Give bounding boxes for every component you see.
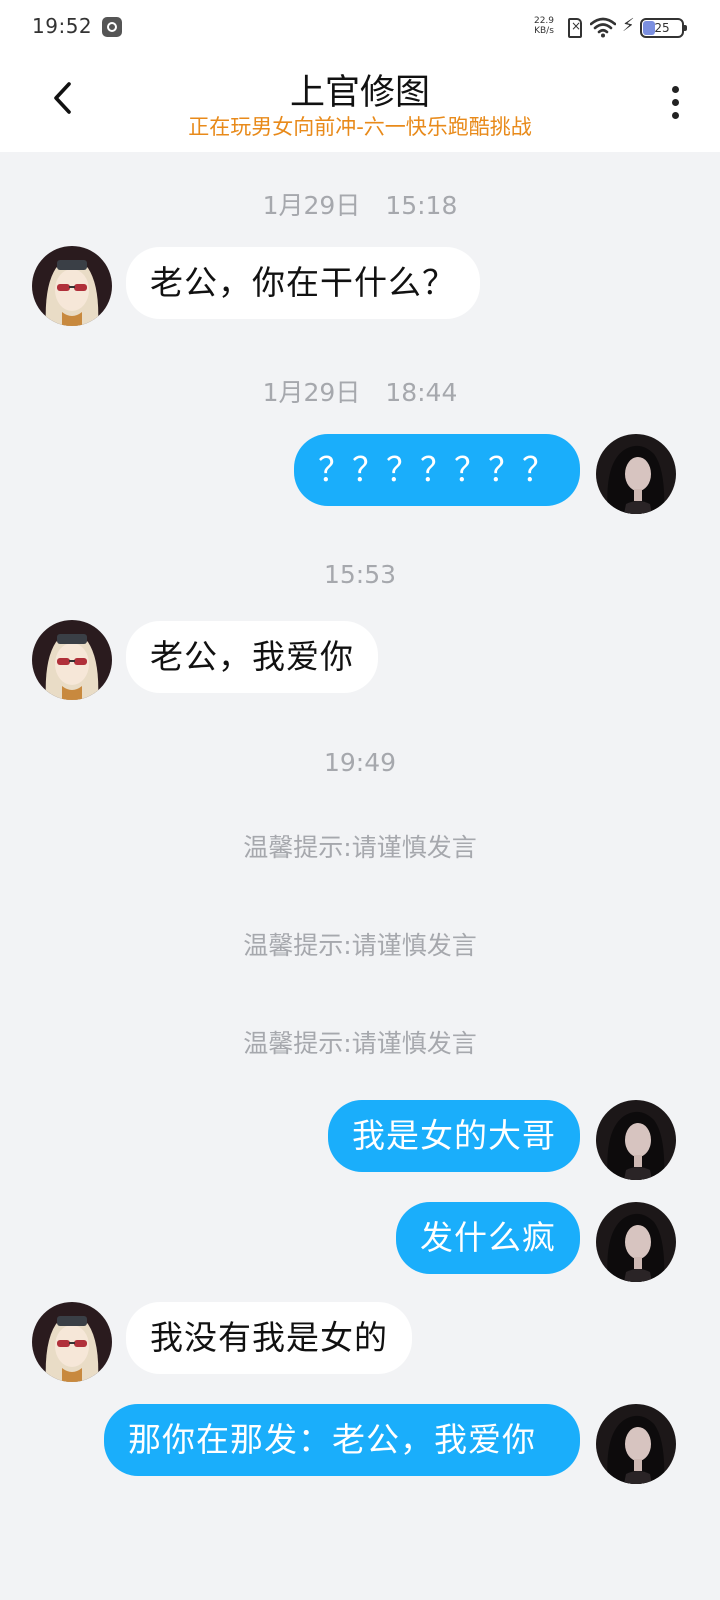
contact-avatar-image xyxy=(32,246,112,326)
my-avatar-image xyxy=(596,434,676,514)
my-avatar-image xyxy=(596,1100,676,1180)
my-avatar-image xyxy=(596,1202,676,1282)
chat-subtitle-activity[interactable]: 正在玩男女向前冲-六一快乐跑酷挑战 xyxy=(0,111,720,141)
more-dot xyxy=(672,86,679,93)
network-speed: 22.9 KB/s xyxy=(530,16,558,36)
my-avatar[interactable] xyxy=(596,1202,676,1282)
timestamp: 19:49 xyxy=(323,748,397,777)
wifi-icon xyxy=(590,17,616,38)
message-bubble-incoming[interactable]: 老公，你在干什么？ xyxy=(126,247,480,319)
battery-level: 25 xyxy=(654,21,670,35)
timestamp: 15:53 xyxy=(323,560,397,589)
contact-avatar[interactable] xyxy=(32,1302,112,1382)
chat-message-list[interactable]: 1月29日 15:18 老公，你在干什么？ 1月29日 18:44 ？？？？？？… xyxy=(0,152,720,1600)
more-dot xyxy=(672,99,679,106)
my-avatar-image xyxy=(596,1404,676,1484)
system-notice: 温馨提示:请谨慎发言 xyxy=(243,833,477,862)
contact-avatar[interactable] xyxy=(32,620,112,700)
more-vertical-icon[interactable] xyxy=(660,82,690,122)
system-notice: 温馨提示:请谨慎发言 xyxy=(243,931,477,960)
timestamp: 1月29日 18:44 xyxy=(262,378,458,407)
battery-icon: 25 xyxy=(640,18,687,38)
timestamp: 1月29日 15:18 xyxy=(262,191,458,220)
message-bubble-incoming[interactable]: 我没有我是女的 xyxy=(126,1302,412,1374)
sim-no-service-icon xyxy=(568,18,582,38)
network-speed-unit: KB/s xyxy=(534,26,554,36)
status-time: 19:52 xyxy=(32,14,93,38)
message-bubble-outgoing[interactable]: 那你在那发：老公，我爱你 xyxy=(104,1404,580,1476)
message-bubble-outgoing[interactable]: ？？？？？？？ xyxy=(294,434,580,506)
my-avatar[interactable] xyxy=(596,1404,676,1484)
network-speed-value: 22.9 xyxy=(533,16,555,26)
system-notice: 温馨提示:请谨慎发言 xyxy=(243,1029,477,1058)
message-bubble-incoming[interactable]: 老公，我爱你 xyxy=(126,621,378,693)
app-notification-icon xyxy=(102,17,122,37)
status-bar: 19:52 22.9 KB/s ⚡ 25 xyxy=(0,0,720,56)
message-bubble-outgoing[interactable]: 发什么疯 xyxy=(396,1202,580,1274)
contact-avatar-image xyxy=(32,620,112,700)
chat-title: 上官修图 xyxy=(289,73,430,113)
contact-avatar-image xyxy=(32,1302,112,1382)
message-bubble-outgoing[interactable]: 我是女的大哥 xyxy=(328,1100,580,1172)
my-avatar[interactable] xyxy=(596,434,676,514)
contact-avatar[interactable] xyxy=(32,246,112,326)
charging-bolt-icon: ⚡ xyxy=(622,15,635,36)
chat-header: 上官修图 正在玩男女向前冲-六一快乐跑酷挑战 xyxy=(0,56,720,152)
more-dot xyxy=(672,112,679,119)
my-avatar[interactable] xyxy=(596,1100,676,1180)
